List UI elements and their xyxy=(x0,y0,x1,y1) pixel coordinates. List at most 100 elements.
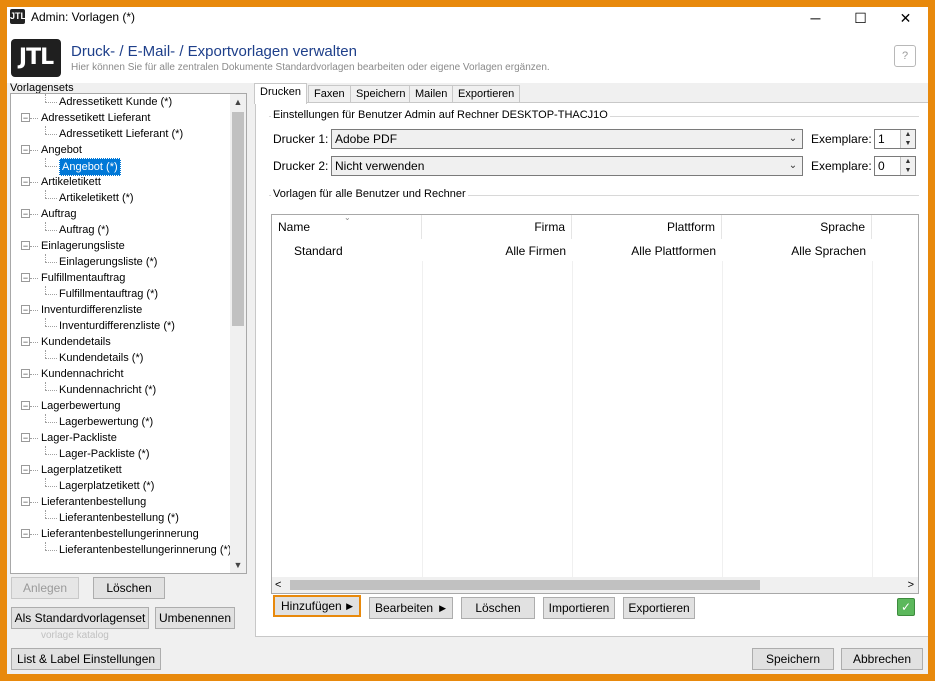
tree-item-label: Adressetikett Kunde (*) xyxy=(59,96,173,108)
collapse-icon[interactable]: − xyxy=(21,273,30,283)
exemplare2-stepper[interactable]: 0 ▲ ▼ xyxy=(874,156,916,176)
tree-connector xyxy=(45,550,57,551)
tree-node[interactable]: − Lieferantenbestellungerinnerung xyxy=(11,526,229,542)
column-header-plattform[interactable]: Plattform xyxy=(572,215,722,239)
tree-connector xyxy=(45,286,46,294)
tab-speichern[interactable]: Speichern xyxy=(350,85,412,103)
tree-scrollbar[interactable]: ▲ ▼ xyxy=(230,94,246,573)
tree-leaf[interactable]: Lagerplatzetikett (*) xyxy=(11,478,229,494)
maximize-button[interactable]: ☐ xyxy=(838,7,883,31)
tree-node[interactable]: − Inventurdifferenzliste xyxy=(11,302,229,318)
tree-item-label: Artikeletikett (*) xyxy=(59,192,134,204)
speichern-button[interactable]: Speichern xyxy=(752,648,834,670)
collapse-icon[interactable]: − xyxy=(21,529,30,539)
scroll-up-icon[interactable]: ▲ xyxy=(230,94,246,110)
drucker2-select[interactable]: Nicht verwenden ⌄ xyxy=(331,156,803,176)
list-label-settings-button[interactable]: List & Label Einstellungen xyxy=(11,648,161,670)
tree-node[interactable]: − Angebot xyxy=(11,142,229,158)
tree-node[interactable]: − Einlagerungsliste xyxy=(11,238,229,254)
collapse-icon[interactable]: − xyxy=(21,305,30,315)
tree-leaf[interactable]: Lieferantenbestellungerinnerung (*) xyxy=(11,542,231,558)
drucker1-select[interactable]: Adobe PDF ⌄ xyxy=(331,129,803,149)
tree-leaf[interactable]: Kundennachricht (*) xyxy=(11,382,229,398)
tree-node[interactable]: − Kundennachricht xyxy=(11,366,229,382)
tree-leaf[interactable]: Artikeletikett (*) xyxy=(11,190,229,206)
tab-faxen[interactable]: Faxen xyxy=(308,85,351,103)
abbrechen-button[interactable]: Abbrechen xyxy=(841,648,923,670)
ghost-text: vorlage katalog xyxy=(41,630,109,641)
collapse-icon[interactable]: − xyxy=(21,145,30,155)
vorlagensets-tree[interactable]: Lieferantenbestellungerinnerung (*) − Lief… xyxy=(10,93,247,574)
grid-horizontal-scrollbar[interactable]: < > xyxy=(272,577,918,593)
help-icon[interactable]: ? xyxy=(894,45,916,67)
standard-set-button[interactable]: Als Standardvorlagenset xyxy=(11,607,149,629)
tree-leaf[interactable]: Inventurdifferenzliste (*) xyxy=(11,318,229,334)
tree-node[interactable]: − Lagerbewertung xyxy=(11,398,229,414)
grid-column-line xyxy=(872,261,873,577)
anlegen-button[interactable]: Anlegen xyxy=(11,577,79,599)
tree-leaf[interactable]: Auftrag (*) xyxy=(11,222,229,238)
tab-drucken[interactable]: Drucken xyxy=(254,83,307,104)
tree-node[interactable]: − Lager-Packliste xyxy=(11,430,229,446)
collapse-icon[interactable]: − xyxy=(21,465,30,475)
tree-leaf[interactable]: Adressetikett Kunde (*) xyxy=(11,94,229,110)
importieren-button[interactable]: Importieren xyxy=(543,597,615,619)
tree-node[interactable]: − Lieferantenbestellung xyxy=(11,494,229,510)
tree-node[interactable]: − Artikeletikett xyxy=(11,174,229,190)
check-icon[interactable]: ✓ xyxy=(897,598,915,616)
collapse-icon[interactable]: − xyxy=(21,209,30,219)
loeschen-set-button[interactable]: Löschen xyxy=(93,577,165,599)
templates-grid[interactable]: Name ⌄ Firma Plattform Sprache Standard … xyxy=(271,214,919,594)
bearbeiten-button[interactable]: Bearbeiten ▶ xyxy=(369,597,453,619)
spin-down-icon[interactable]: ▼ xyxy=(900,166,915,175)
tree-item-label: Lagerplatzetikett xyxy=(41,464,122,476)
tab-exportieren[interactable]: Exportieren xyxy=(452,85,521,103)
collapse-icon[interactable]: − xyxy=(21,241,30,251)
collapse-icon[interactable]: − xyxy=(21,369,30,379)
scroll-right-icon[interactable]: > xyxy=(908,577,914,593)
tree-node[interactable]: − Lagerplatzetikett xyxy=(11,462,229,478)
column-header-firma[interactable]: Firma xyxy=(422,215,572,239)
tree-leaf[interactable]: Lieferantenbestellung (*) xyxy=(11,510,229,526)
tree-item-label: Kundennachricht xyxy=(41,368,124,380)
collapse-icon[interactable]: − xyxy=(21,177,30,187)
tree-node[interactable]: − Kundendetails xyxy=(11,334,229,350)
tree-node[interactable]: − Adressetikett Lieferant xyxy=(11,110,229,126)
spin-up-icon[interactable]: ▲ xyxy=(900,157,915,166)
tree-leaf[interactable]: Lagerbewertung (*) xyxy=(11,414,229,430)
tree-connector xyxy=(30,502,38,503)
spin-up-icon[interactable]: ▲ xyxy=(900,130,915,139)
tree-scroll-thumb[interactable] xyxy=(232,112,244,326)
exemplare1-stepper[interactable]: 1 ▲ ▼ xyxy=(874,129,916,149)
minimize-button[interactable]: ─ xyxy=(793,7,838,31)
scroll-left-icon[interactable]: < xyxy=(275,577,281,593)
tree-item-label: Lieferantenbestellung xyxy=(41,496,147,508)
collapse-icon[interactable]: − xyxy=(21,401,30,411)
collapse-icon[interactable]: − xyxy=(21,337,30,347)
tree-leaf[interactable]: Angebot (*) xyxy=(11,158,229,176)
scroll-down-icon[interactable]: ▼ xyxy=(230,557,246,573)
column-header-sprache[interactable]: Sprache xyxy=(722,215,872,239)
tree-node[interactable]: − Auftrag xyxy=(11,206,229,222)
close-button[interactable]: ✕ xyxy=(883,7,928,31)
tree-leaf[interactable]: Einlagerungsliste (*) xyxy=(11,254,229,270)
umbenennen-button[interactable]: Umbenennen xyxy=(155,607,235,629)
tree-leaf[interactable]: Kundendetails (*) xyxy=(11,350,229,366)
spin-down-icon[interactable]: ▼ xyxy=(900,139,915,148)
hinzufuegen-button[interactable]: Hinzufügen ▶ xyxy=(273,595,361,617)
collapse-icon[interactable]: − xyxy=(21,497,30,507)
loeschen-template-button[interactable]: Löschen xyxy=(461,597,535,619)
tree-node[interactable]: − Fulfillmentauftrag xyxy=(11,270,229,286)
header: JTL Druck- / E-Mail- / Exportvorlagen ve… xyxy=(7,31,928,83)
tree-leaf[interactable]: Fulfillmentauftrag (*) xyxy=(11,286,229,302)
grid-scroll-thumb[interactable] xyxy=(290,580,760,590)
collapse-icon[interactable]: − xyxy=(21,433,30,443)
tree-connector xyxy=(45,102,57,103)
tree-leaf[interactable]: Lager-Packliste (*) xyxy=(11,446,229,462)
exportieren-button[interactable]: Exportieren xyxy=(623,597,695,619)
hinzufuegen-label: Hinzufügen xyxy=(281,599,342,613)
collapse-icon[interactable]: − xyxy=(21,113,30,123)
tree-leaf[interactable]: Adressetikett Lieferant (*) xyxy=(11,126,229,142)
tab-mailen[interactable]: Mailen xyxy=(409,85,454,103)
jtl-logo: JTL xyxy=(11,39,61,77)
